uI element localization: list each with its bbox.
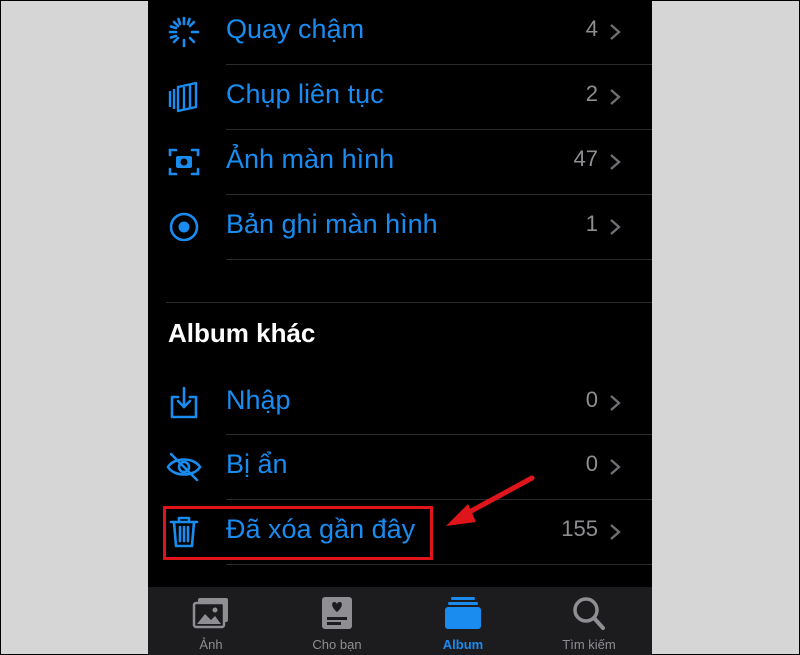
- album-row-count: 47: [573, 146, 598, 171]
- chevron-right-icon: [610, 89, 621, 105]
- album-row-label: Quay chậm: [226, 14, 365, 44]
- album-row-hidden[interactable]: Bị ẩn 0: [148, 435, 652, 499]
- search-icon: [573, 597, 605, 630]
- album-row-label: Nhập: [226, 385, 291, 415]
- tab-search[interactable]: Tìm kiếm: [526, 587, 652, 655]
- chevron-right-icon: [610, 219, 621, 235]
- album-row-count: 1: [585, 211, 598, 236]
- album-row-count: 0: [585, 387, 598, 412]
- album-row-burst[interactable]: Chụp liên tục 2: [148, 65, 652, 129]
- chevron-right-icon: [610, 24, 621, 40]
- album-row-label: Ảnh màn hình: [226, 144, 395, 174]
- for-you-icon: [322, 597, 352, 629]
- slow-motion-icon: [168, 16, 200, 48]
- tab-label: Cho bạn: [312, 637, 362, 652]
- tab-albums[interactable]: Album: [400, 587, 526, 655]
- album-row-count: 0: [585, 451, 598, 476]
- tab-photos[interactable]: Ảnh: [148, 587, 274, 655]
- tab-label: Tìm kiếm: [562, 637, 616, 652]
- album-row-label: Chụp liên tục: [226, 79, 384, 109]
- album-row-count: 4: [585, 16, 598, 41]
- chevron-right-icon: [610, 154, 621, 170]
- annotation-arrow-icon: [446, 475, 535, 526]
- section-title-other-albums: Album khác: [168, 318, 316, 348]
- tab-for-you[interactable]: Cho bạn: [274, 587, 400, 655]
- tab-label: Album: [442, 637, 484, 652]
- tab-bar: Ảnh Cho bạn Album Tìm kiếm: [148, 587, 652, 655]
- album-row-count: 155: [561, 516, 598, 541]
- album-row-count: 2: [585, 81, 598, 106]
- section-separator: [166, 302, 652, 303]
- albums-icon: [445, 597, 481, 629]
- row-separator: [226, 564, 652, 565]
- album-row-label: Bị ẩn: [226, 449, 288, 479]
- album-row-screenshots[interactable]: Ảnh màn hình 47: [148, 130, 652, 194]
- chevron-right-icon: [610, 524, 621, 540]
- album-row-screen-recordings[interactable]: Bản ghi màn hình 1: [148, 195, 652, 259]
- chevron-right-icon: [610, 395, 621, 411]
- chevron-right-icon: [610, 459, 621, 475]
- screen-recording-icon: [169, 212, 199, 242]
- burst-icon: [168, 81, 198, 113]
- album-row-slow-motion[interactable]: Quay chậm 4: [148, 0, 652, 64]
- album-row-label: Bản ghi màn hình: [226, 209, 438, 239]
- album-row-imports[interactable]: Nhập 0: [148, 371, 652, 435]
- screenshot-icon: [168, 148, 200, 176]
- photos-icon: [192, 598, 228, 629]
- row-separator: [226, 259, 652, 260]
- hidden-eye-icon: [166, 452, 202, 482]
- highlight-box-recently-deleted: [163, 506, 433, 560]
- import-icon: [170, 386, 198, 419]
- tab-label: Ảnh: [199, 637, 223, 652]
